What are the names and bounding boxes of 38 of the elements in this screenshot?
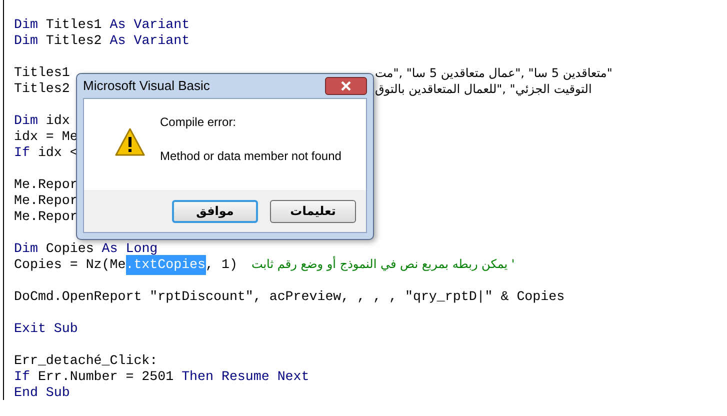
code-text: If: [14, 368, 30, 386]
code-comment: ' يمكن ربطه بمربع نص في النموذج أو وضع رقم ثابت: [251, 255, 515, 274]
window-title: Microsoft Visual Basic: [83, 77, 210, 96]
dialog-button[interactable]: تعليمات: [270, 200, 356, 222]
code-text: Err_detaché_Click:: [14, 352, 158, 370]
code-text: Me.Repor: [14, 208, 78, 226]
code-text: Titles1: [14, 64, 70, 82]
dialog-button[interactable]: موافق: [172, 200, 258, 222]
code-text: As Variant: [110, 32, 190, 50]
code-text: Copies: [44, 240, 95, 258]
code-text: Exit Sub: [14, 320, 78, 338]
error-heading: Compile error:: [160, 114, 238, 131]
code-text: DoCmd.OpenReport "rptDiscount", acPreview, , , , "qry_rptD|" & Copies: [14, 288, 565, 306]
selected-code-text: .txtCopies: [126, 255, 206, 275]
code-text: Dim: [14, 240, 38, 258]
code-text: Dim: [14, 112, 38, 130]
warning-icon: [114, 127, 146, 157]
close-button[interactable]: [325, 77, 367, 95]
code-text: Then Resume Next: [182, 368, 310, 386]
code-text: Dim: [14, 32, 38, 50]
close-icon: [340, 81, 352, 91]
error-message: Method or data member not found: [160, 148, 342, 165]
code-text: Copies = Nz(Me: [14, 256, 126, 274]
code-text: Me.Repor: [14, 192, 78, 210]
code-text: , 1): [206, 256, 238, 274]
code-text: "متعاقدين 5 سا" ,"عمال متعاقدين 5 سا" ,"مت: [375, 65, 612, 82]
code-text: As Variant: [110, 16, 190, 34]
code-text: Titles1: [44, 16, 103, 34]
code-text: Err.Number = 2501: [36, 368, 175, 386]
code-text: التوقيت الجزئي" ,"للعمال المتعاقدين بالتوق: [375, 81, 592, 98]
code-text: Titles2: [14, 80, 70, 98]
code-text: idx: [44, 112, 70, 130]
code-text: As Long: [102, 240, 158, 258]
code-text: If: [14, 144, 30, 162]
code-text: Me.Repor: [14, 176, 78, 194]
code-text: Titles2: [44, 32, 103, 50]
code-text: Dim: [14, 16, 38, 34]
code-text: End Sub: [14, 384, 70, 402]
